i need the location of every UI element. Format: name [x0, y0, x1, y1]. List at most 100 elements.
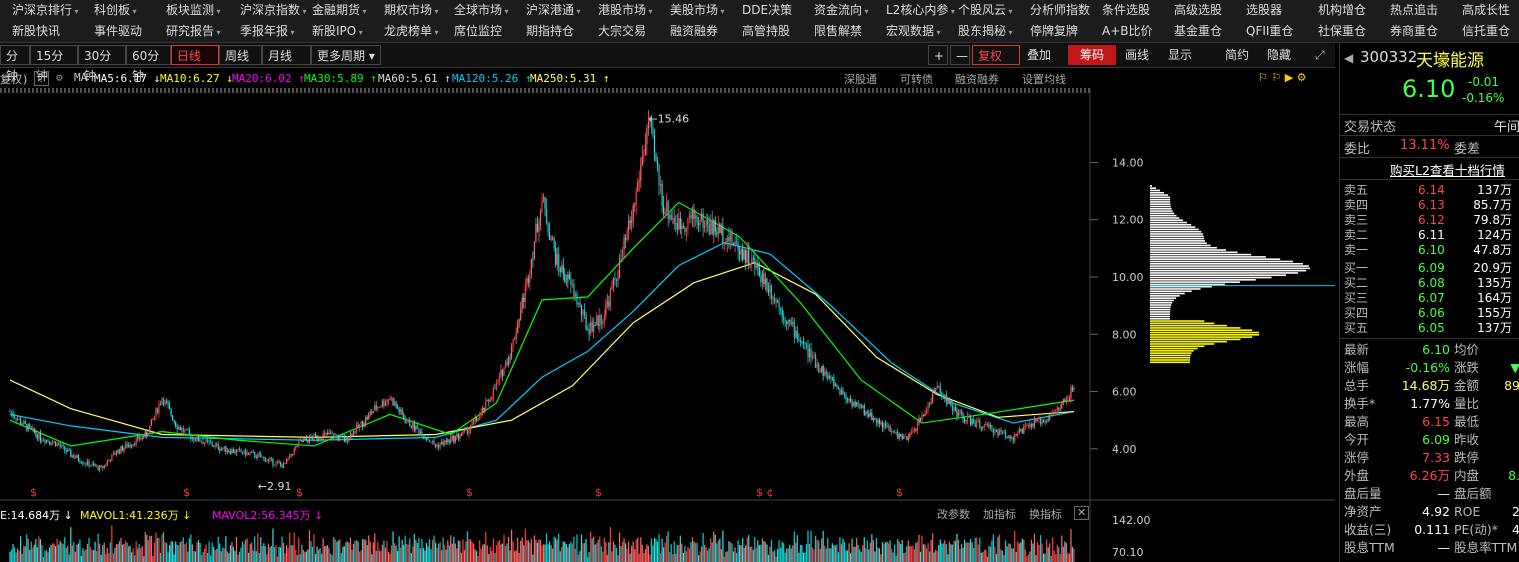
ask-level[interactable]: 卖五 6.14 137万	[1340, 183, 1519, 198]
simple-button[interactable]: 简约	[1220, 45, 1260, 65]
menu-item[interactable]: 选股器	[1240, 0, 1288, 21]
volume-bar	[830, 548, 832, 562]
menu-item[interactable]: 季报年报	[234, 21, 301, 43]
menu-item[interactable]: 社保重仓	[1312, 21, 1372, 42]
menu-item[interactable]: 席位监控	[448, 21, 508, 42]
volume-bar	[808, 543, 811, 562]
help-icon[interactable]: ?	[34, 71, 49, 86]
l2-upgrade-link[interactable]: 购买L2查看十档行情	[1390, 160, 1505, 179]
candle-body	[840, 390, 843, 395]
menu-item[interactable]: 大宗交易	[592, 21, 652, 42]
candle-body	[38, 432, 40, 439]
menu-item[interactable]: 高管持股	[736, 21, 796, 42]
period-button[interactable]: 月线	[262, 45, 311, 65]
menu-item[interactable]: 沪深京排行	[6, 0, 85, 22]
volume-bar	[856, 537, 858, 562]
menu-item[interactable]: 机构增仓	[1312, 0, 1372, 21]
period-button[interactable]: 日线	[171, 45, 219, 65]
vol-link-switch[interactable]: 换指标	[1029, 506, 1062, 522]
period-button[interactable]: 周线	[219, 45, 262, 65]
menu-item[interactable]: DDE决策	[736, 0, 798, 21]
link-kezhuanzhai[interactable]: 可转债	[900, 71, 933, 87]
ask-level[interactable]: 卖四 6.13 85.7万	[1340, 198, 1519, 213]
menu-item[interactable]: 全球市场	[448, 0, 515, 22]
menu-item[interactable]: 美股市场	[664, 0, 731, 22]
menu-item[interactable]: 科创板	[88, 0, 143, 22]
chips-button[interactable]: 筹码	[1068, 45, 1116, 65]
zoom-in-button[interactable]: +	[928, 45, 948, 65]
menu-item[interactable]: L2核心内参	[880, 0, 961, 22]
candle-body	[1033, 420, 1036, 426]
display-button[interactable]: 显示	[1163, 45, 1213, 65]
menu-item[interactable]: 高级选股	[1168, 0, 1228, 21]
volume-bar	[349, 537, 352, 562]
kline-chart[interactable]: 14.0012.0010.008.006.004.00142.0070.10 ←…	[0, 88, 1335, 562]
menu-item[interactable]: 高成长性	[1456, 0, 1516, 21]
menu-item[interactable]: 条件选股	[1096, 0, 1156, 21]
candle-body	[12, 412, 14, 417]
menu-item[interactable]: 期权市场	[378, 0, 445, 22]
menu-item[interactable]: A+B比价	[1096, 21, 1159, 42]
overlay-button[interactable]: 叠加	[1022, 45, 1067, 65]
period-button[interactable]: 30分钟	[78, 45, 126, 83]
menu-item[interactable]: 沪深港通	[520, 0, 587, 22]
menu-item[interactable]: 信托重仓	[1456, 21, 1516, 42]
link-set-ma[interactable]: 设置均线	[1022, 71, 1066, 87]
link-shengutong[interactable]: 深股通	[844, 71, 877, 87]
ask-level[interactable]: 卖二 6.11 124万	[1340, 228, 1519, 243]
period-button[interactable]: 15分钟	[30, 45, 78, 83]
draw-line-button[interactable]: 画线	[1120, 45, 1160, 65]
menu-item[interactable]: 分析师指数	[1024, 0, 1096, 21]
bid-level[interactable]: 买二 6.08 135万	[1340, 276, 1519, 291]
bid-level[interactable]: 买五 6.05 137万	[1340, 321, 1519, 336]
fuquan-button[interactable]: 复权	[972, 45, 1020, 65]
settings-gear-icon[interactable]: ⚙	[56, 71, 63, 84]
menu-item[interactable]: 港股市场	[592, 0, 659, 22]
menu-item[interactable]: 事件驱动	[88, 21, 148, 42]
menu-item[interactable]: QFII重仓	[1240, 21, 1299, 42]
period-button[interactable]: 分钟	[0, 45, 30, 83]
menu-item[interactable]: 个股风云	[952, 0, 1019, 22]
menu-item[interactable]: 资金流向	[808, 0, 875, 22]
menu-item[interactable]: 融资融券	[664, 21, 724, 42]
chip-bar	[1150, 201, 1171, 203]
menu-item[interactable]: 新股快讯	[6, 21, 66, 42]
ask-level[interactable]: 卖一 6.10 47.8万	[1340, 243, 1519, 258]
menu-item[interactable]: 热点追击	[1384, 0, 1444, 21]
chart-tool-icons[interactable]: ⚐ ⚐ ▶ ⚙	[1258, 71, 1307, 84]
ask-level[interactable]: 卖三 6.12 79.8万	[1340, 213, 1519, 228]
bid-level[interactable]: 买三 6.07 164万	[1340, 291, 1519, 306]
back-arrow-icon[interactable]: ◀	[1344, 51, 1353, 65]
event-markers[interactable]: $ $ $ $ $ $ ¢ $	[30, 486, 903, 499]
menu-item[interactable]: 金融期货	[306, 0, 373, 22]
candle-body	[400, 409, 402, 413]
menu-item[interactable]: 研究报告	[160, 21, 227, 43]
hide-button[interactable]: 隐藏	[1262, 45, 1307, 65]
menu-item[interactable]: 板块监测	[160, 0, 227, 22]
bid-level[interactable]: 买四 6.06 155万	[1340, 306, 1519, 321]
candle-body	[474, 417, 476, 422]
fullscreen-icon[interactable]: ⤢	[1310, 45, 1332, 65]
menu-item[interactable]: 期指持仓	[520, 21, 580, 42]
vol-link-add[interactable]: 加指标	[983, 506, 1016, 522]
period-button[interactable]: 60分钟	[126, 45, 171, 83]
menu-item[interactable]: 限售解禁	[808, 21, 868, 42]
volume-bar	[904, 552, 906, 562]
period-button[interactable]: 更多周期 ▾	[311, 45, 381, 65]
menu-item[interactable]: 停牌复牌	[1024, 21, 1084, 42]
close-icon[interactable]: ✕	[1074, 506, 1090, 520]
menu-item[interactable]: 基金重仓	[1168, 21, 1228, 42]
candle-body	[383, 400, 385, 406]
bid-level[interactable]: 买一 6.09 20.9万	[1340, 261, 1519, 276]
chip-bar	[1150, 210, 1173, 212]
menu-item[interactable]: 沪深京指数	[234, 0, 313, 22]
vol-link-params[interactable]: 改参数	[937, 506, 970, 522]
menu-item[interactable]: 新股IPO	[306, 21, 369, 43]
menu-item[interactable]: 券商重仓	[1384, 21, 1444, 42]
menu-item[interactable]: 股东揭秘	[952, 21, 1019, 43]
menu-item[interactable]: 宏观数据	[880, 21, 947, 43]
menu-item[interactable]: 龙虎榜单	[378, 21, 445, 43]
zoom-out-button[interactable]: —	[950, 45, 970, 65]
candle-body	[397, 406, 399, 409]
link-rongzi[interactable]: 融资融券	[955, 71, 999, 87]
